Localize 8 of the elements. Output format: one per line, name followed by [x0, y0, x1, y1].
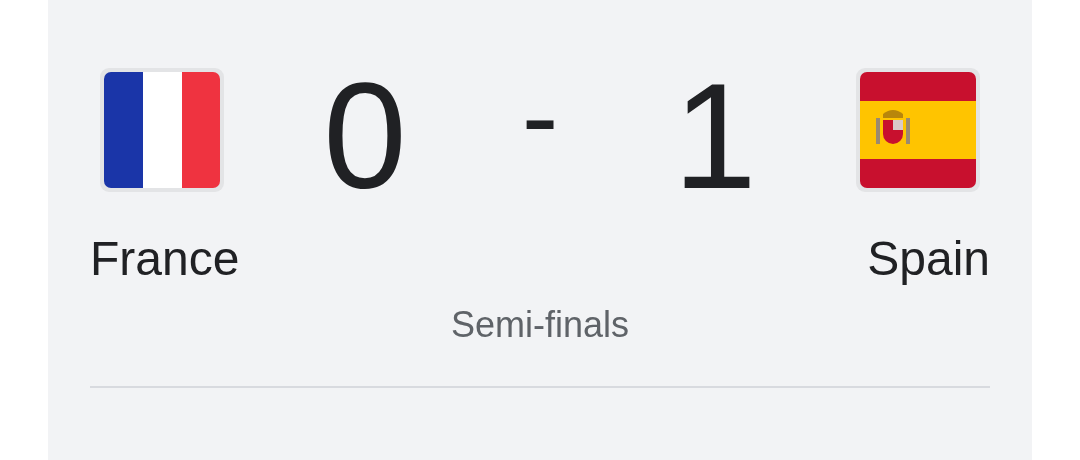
- away-score: 1: [672, 61, 758, 211]
- home-score: 0: [322, 61, 408, 211]
- score-separator: -: [520, 61, 560, 179]
- team-name: Spain: [867, 231, 990, 287]
- flag-icon: [856, 68, 980, 192]
- match-stage: Semi-finals: [449, 303, 631, 346]
- flag-icon: [100, 68, 224, 192]
- team-name: France: [90, 231, 240, 287]
